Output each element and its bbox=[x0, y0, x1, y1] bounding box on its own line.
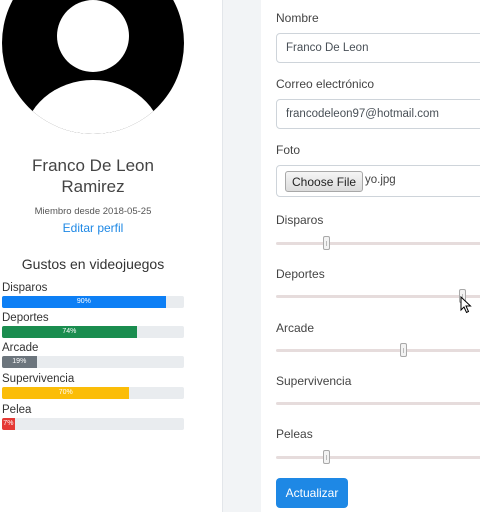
profile-name: Franco De Leon Ramirez bbox=[0, 155, 186, 197]
games-title: Gustos en videojuegos bbox=[21, 256, 165, 272]
progress-track: 70% bbox=[2, 387, 184, 399]
profile-name-line2: Ramirez bbox=[61, 177, 125, 196]
file-name: yo.jpg bbox=[365, 174, 396, 186]
slider-rail bbox=[276, 456, 480, 459]
progress-fill: 74% bbox=[2, 326, 137, 338]
slider-deportes[interactable] bbox=[276, 289, 480, 303]
slider-disparos[interactable] bbox=[276, 236, 480, 250]
slider-label-disparos: Disparos bbox=[276, 213, 324, 227]
slider-thumb[interactable] bbox=[322, 236, 330, 250]
slider-supervivencia[interactable] bbox=[276, 396, 480, 410]
avatar-body bbox=[24, 80, 162, 134]
column-divider bbox=[222, 0, 261, 512]
progress-fill: 7% bbox=[2, 418, 15, 430]
skill-label: Arcade bbox=[2, 342, 39, 354]
progress-fill: 70% bbox=[2, 387, 130, 399]
slider-thumb[interactable] bbox=[322, 450, 330, 464]
skill-deportes: Deportes 74% bbox=[2, 311, 184, 338]
skill-label: Deportes bbox=[2, 312, 49, 324]
skill-pelea: Pelea 7% bbox=[2, 403, 184, 430]
update-button[interactable]: Actualizar bbox=[276, 478, 348, 508]
profile-form: Nombre Franco De Leon Correo electrónico… bbox=[276, 0, 480, 512]
edit-profile-link[interactable]: Editar perfil bbox=[0, 221, 186, 235]
avatar-head bbox=[57, 0, 129, 72]
avatar bbox=[2, 0, 184, 134]
progress-track: 90% bbox=[2, 296, 184, 308]
slider-thumb[interactable] bbox=[399, 343, 407, 357]
skill-disparos: Disparos 90% bbox=[2, 281, 184, 308]
skill-label: Disparos bbox=[2, 282, 48, 294]
profile-name-line1: Franco De Leon bbox=[32, 156, 154, 175]
slider-rail bbox=[276, 242, 480, 245]
name-field[interactable]: Franco De Leon bbox=[276, 33, 480, 63]
mouse-cursor-icon bbox=[460, 296, 472, 314]
slider-peleas[interactable] bbox=[276, 450, 480, 464]
progress-track: 7% bbox=[2, 418, 184, 430]
progress-fill: 90% bbox=[2, 296, 166, 308]
slider-label-peleas: Peleas bbox=[276, 427, 313, 441]
profile-panel: Franco De Leon Ramirez Miembro desde 201… bbox=[0, 0, 222, 512]
slider-label-deportes: Deportes bbox=[276, 267, 325, 281]
slider-arcade[interactable] bbox=[276, 343, 480, 357]
slider-label-supervivencia: Supervivencia bbox=[276, 374, 352, 388]
progress-track: 74% bbox=[2, 326, 184, 338]
slider-label-arcade: Arcade bbox=[276, 321, 315, 335]
email-label: Correo electrónico bbox=[276, 77, 375, 91]
name-label: Nombre bbox=[276, 11, 319, 25]
photo-label: Foto bbox=[276, 143, 301, 157]
slider-rail bbox=[276, 402, 480, 405]
skill-arcade: Arcade 19% bbox=[2, 341, 184, 368]
member-since: Miembro desde 2018-05-25 bbox=[34, 206, 152, 217]
skill-supervivencia: Supervivencia 70% bbox=[2, 372, 184, 399]
slider-rail bbox=[276, 295, 480, 298]
slider-rail bbox=[276, 349, 480, 352]
skill-label: Pelea bbox=[2, 404, 32, 416]
file-input[interactable]: Choose File yo.jpg bbox=[276, 165, 480, 197]
choose-file-button[interactable]: Choose File bbox=[285, 171, 364, 192]
skill-label: Supervivencia bbox=[2, 373, 75, 385]
progress-fill: 19% bbox=[2, 356, 37, 368]
progress-track: 19% bbox=[2, 356, 184, 368]
email-field[interactable]: francodeleon97@hotmail.com bbox=[276, 99, 480, 129]
